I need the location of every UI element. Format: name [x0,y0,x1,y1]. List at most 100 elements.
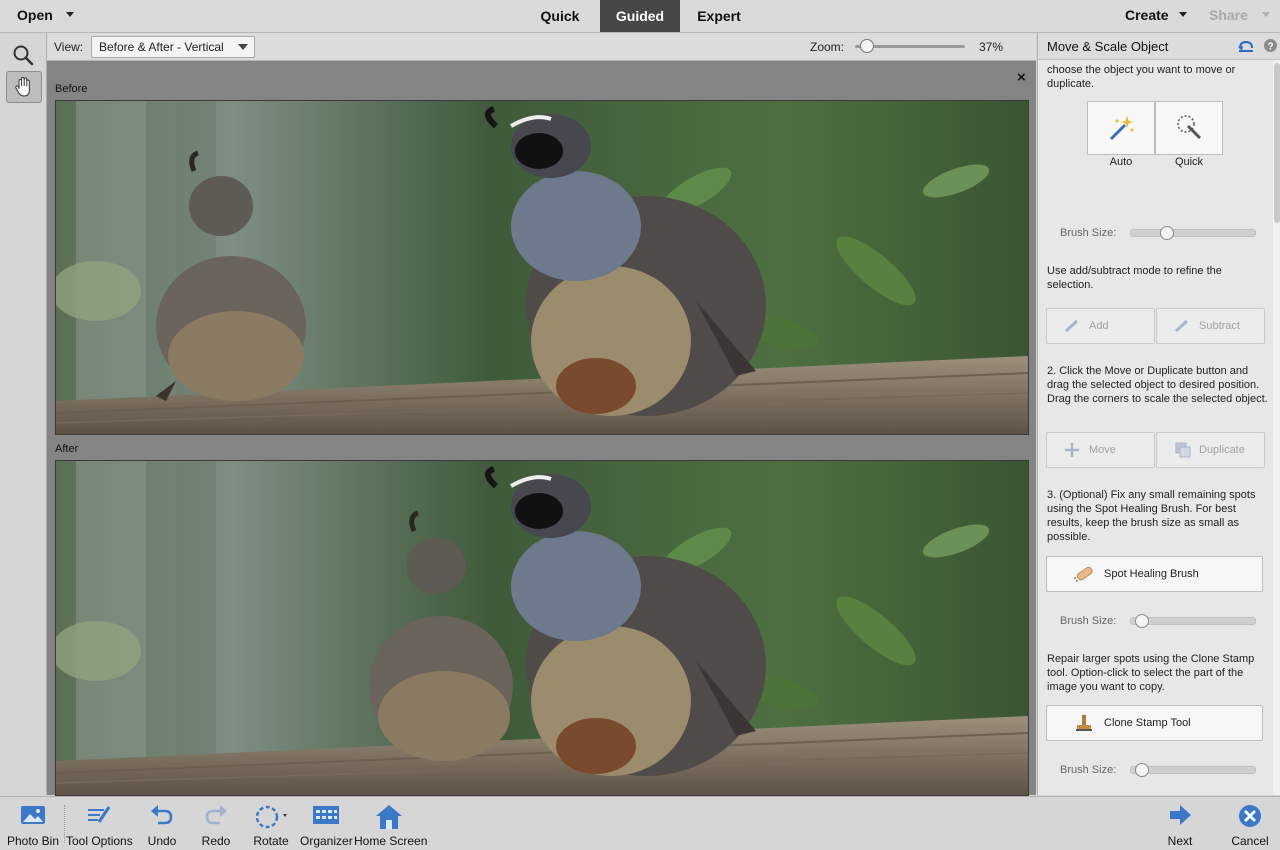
refine-text: Use add/subtract mode to refine the sele… [1047,265,1222,291]
step1-text: choose the object you want to move or du… [1047,64,1236,90]
close-compare-icon[interactable]: × [1017,69,1026,86]
top-menu-bar: Open Quick Guided Expert Create Share [0,0,1280,33]
spot-healing-brush-label: Spot Healing Brush [1104,568,1199,580]
after-photo [55,460,1029,796]
home-screen-label: Home Screen [354,834,428,848]
rotate-icon [255,805,287,829]
create-menu-button[interactable]: Create [1125,7,1169,23]
organizer-label: Organizer [300,834,353,848]
create-chevron-down-icon[interactable] [1179,12,1187,17]
zoom-icon [13,45,34,66]
duplicate-label: Duplicate [1199,444,1245,456]
tab-quick[interactable]: Quick [520,0,600,32]
add-button[interactable]: Add [1046,308,1155,344]
tool-options-button[interactable]: Tool Options [66,797,133,850]
clone-stamp-text: Repair larger spots using the Clone Stam… [1047,653,1255,693]
clone-stamp-tool-label: Clone Stamp Tool [1104,717,1191,729]
brush-size-label-3: Brush Size: [1060,764,1117,776]
auto-label: Auto [1109,156,1133,168]
move-icon [1065,443,1079,457]
quick-label: Quick [1174,156,1204,168]
image-canvas: × Before After [47,61,1036,796]
redo-icon [205,805,227,825]
brush-subtract-icon [1174,319,1189,333]
step2-text: 2. Click the Move or Duplicate button an… [1047,365,1268,405]
next-button[interactable]: Next [1162,797,1198,850]
spot-healing-brush-button[interactable]: Spot Healing Brush [1046,556,1263,592]
reset-icon[interactable] [1237,38,1255,54]
divider [64,805,65,843]
duplicate-icon [1175,442,1191,458]
step3-text: 3. (Optional) Fix any small remaining sp… [1047,489,1256,543]
zoom-value: 37% [979,40,1004,54]
cancel-icon [1239,805,1261,827]
move-label: Move [1089,444,1116,456]
subtract-label: Subtract [1199,320,1240,332]
hand-tool-button[interactable] [6,71,42,103]
clone-stamp-tool-button[interactable]: Clone Stamp Tool [1046,705,1263,741]
help-icon[interactable]: ? [1263,38,1278,53]
zoom-label: Zoom: [810,40,845,54]
subtract-button[interactable]: Subtract [1156,308,1265,344]
spot-healing-brush-icon [1074,566,1093,582]
redo-label: Redo [201,834,231,848]
tab-guided[interactable]: Guided [600,0,680,32]
svg-text:?: ? [1267,42,1273,53]
rotate-label: Rotate [253,834,289,848]
view-options-bar: View: Before & After - Vertical Zoom: 37… [47,33,1036,61]
photo-bin-button[interactable]: Photo Bin [4,797,62,850]
chevron-down-icon [238,44,248,50]
quick-select-button[interactable] [1155,101,1223,155]
open-menu-button[interactable]: Open [17,7,53,23]
share-chevron-down-icon[interactable] [1262,12,1270,17]
brush-size-label: Brush Size: [1060,227,1117,239]
magic-wand-icon [1109,116,1134,141]
panel-scrollbar-thumb[interactable] [1274,63,1280,223]
zoom-tool-button[interactable] [6,40,40,70]
open-chevron-down-icon[interactable] [66,12,74,17]
undo-button[interactable]: Undo [142,797,182,850]
panel-title: Move & Scale Object [1047,39,1169,54]
before-label: Before [55,83,88,95]
panel-header: Move & Scale Object ? [1038,33,1280,60]
auto-select-button[interactable] [1087,101,1155,155]
add-label: Add [1089,320,1109,332]
brush-size-slider-1[interactable] [1130,229,1256,237]
next-arrow-icon [1170,805,1191,825]
hand-icon [15,76,30,97]
tool-options-label: Tool Options [66,834,133,848]
brush-size-thumb-2[interactable] [1135,614,1149,628]
duplicate-button[interactable]: Duplicate [1156,432,1265,468]
clone-stamp-icon [1076,715,1092,731]
tool-options-icon [88,806,111,823]
view-label: View: [54,40,84,54]
home-icon [376,805,402,829]
organizer-icon [313,806,339,824]
photo-bin-label: Photo Bin [6,834,60,848]
view-mode-select[interactable]: Before & After - Vertical [91,36,255,58]
undo-icon [151,805,173,825]
guided-edit-panel: Move & Scale Object ? choose the object … [1037,33,1280,795]
redo-button[interactable]: Redo [196,797,236,850]
tool-column [0,33,47,795]
undo-label: Undo [147,834,177,848]
brush-size-thumb-1[interactable] [1160,226,1174,240]
next-label: Next [1167,834,1193,848]
cancel-label: Cancel [1231,834,1269,848]
rotate-button[interactable]: Rotate [249,797,293,850]
share-menu-button[interactable]: Share [1209,7,1248,23]
organizer-button[interactable]: Organizer [300,797,353,850]
quick-selection-icon [1177,115,1202,140]
move-button[interactable]: Move [1046,432,1155,468]
home-screen-button[interactable]: Home Screen [354,797,428,850]
view-mode-value: Before & After - Vertical [99,40,224,54]
brush-add-icon [1064,319,1079,333]
after-label: After [55,443,79,455]
tab-expert[interactable]: Expert [680,0,758,32]
before-photo [55,100,1029,435]
photo-bin-icon [21,806,45,824]
brush-size-label-2: Brush Size: [1060,615,1117,627]
brush-size-thumb-3[interactable] [1135,763,1149,777]
cancel-button[interactable]: Cancel [1228,797,1272,850]
zoom-slider-thumb[interactable] [860,39,874,53]
